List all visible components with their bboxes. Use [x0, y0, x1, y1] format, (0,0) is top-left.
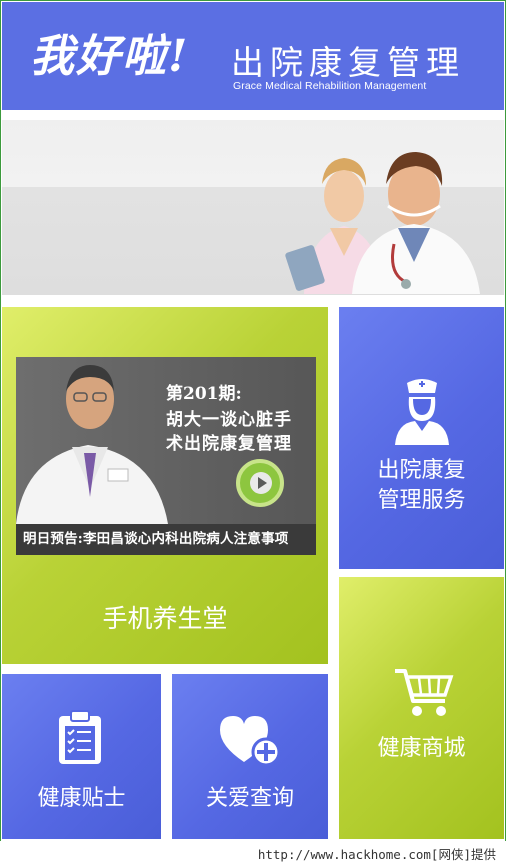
- hero-banner[interactable]: [2, 112, 504, 298]
- next-episode-preview: 明日预告:李田昌谈心内科出院病人注意事项: [16, 524, 316, 555]
- tile-phone-health-label: 手机养生堂: [102, 605, 228, 633]
- episode-title-line-1: 胡大一谈心脏手: [166, 410, 292, 430]
- episode-title-line-2: 术出院康复管理: [166, 434, 292, 454]
- tile-health-tips[interactable]: 健康贴士: [2, 674, 161, 839]
- doctor-and-nurse-photo: [285, 152, 480, 294]
- app-slogan: 我好啦!: [30, 31, 190, 82]
- play-button[interactable]: [236, 459, 284, 507]
- app-title: 出院康复管理: [231, 44, 465, 81]
- heart-plus-icon: [220, 716, 281, 767]
- tile-care-query-label: 关爱查询: [205, 785, 294, 810]
- watermark-text: http://www.hackhome.com[网侠]提供: [257, 847, 496, 862]
- tile-health-tips-label: 健康贴士: [37, 785, 126, 810]
- app-subtitle: Grace Medical Rehabilition Management: [233, 80, 427, 92]
- nurse-icon: [395, 379, 449, 445]
- app-header: 我好啦! 出院康复管理 Grace Medical Rehabilition M…: [2, 2, 504, 110]
- clipboard-icon: [59, 710, 101, 764]
- tile-phone-health[interactable]: 第201期: 胡大一谈心脏手 术出院康复管理 明日预告:李田昌谈心内科出院病人注…: [2, 307, 328, 664]
- play-icon: [250, 472, 272, 494]
- watermark-bar: http://www.hackhome.com[网侠]提供: [0, 841, 506, 864]
- tile-health-shop[interactable]: 健康商城: [339, 577, 504, 839]
- tile-care-query[interactable]: 关爱查询: [172, 674, 328, 839]
- shopping-cart-icon: [395, 669, 454, 716]
- tile-rehab-service[interactable]: 出院康复 管理服务: [339, 307, 504, 569]
- video-card[interactable]: 第201期: 胡大一谈心脏手 术出院康复管理 明日预告:李田昌谈心内科出院病人注…: [16, 357, 316, 555]
- tile-rehab-service-label-1: 出院康复: [377, 457, 466, 482]
- tile-health-shop-label: 健康商城: [377, 735, 466, 760]
- episode-number: 第201期:: [166, 384, 242, 404]
- tile-rehab-service-label-2: 管理服务: [377, 487, 466, 512]
- doctor-portrait: [16, 365, 168, 524]
